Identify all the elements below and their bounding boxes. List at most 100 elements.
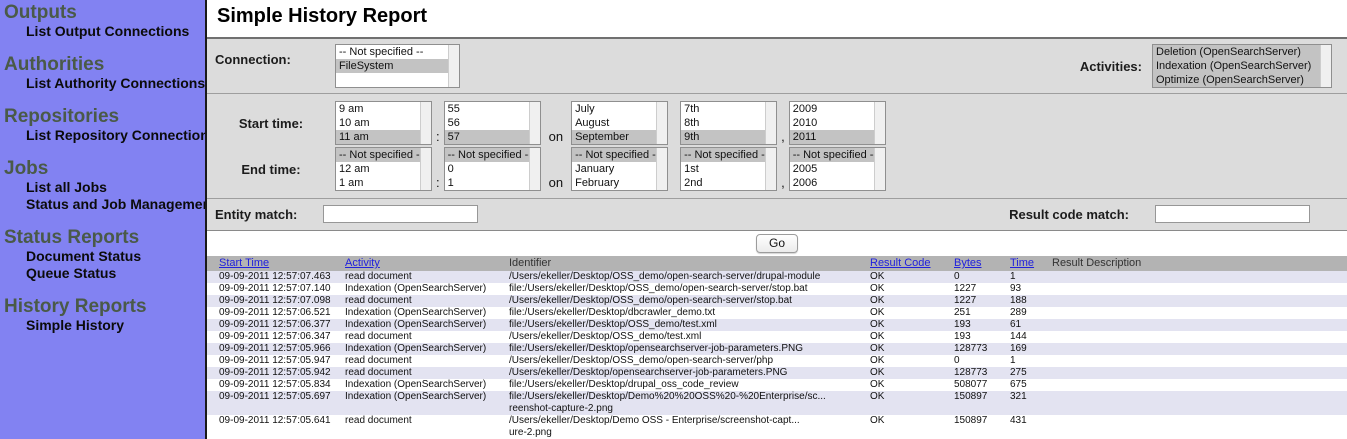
start-year-listbox[interactable]: 200920102011 <box>789 101 886 145</box>
listbox-option[interactable]: January <box>572 162 656 176</box>
listbox-scrollbar[interactable] <box>656 102 667 144</box>
cell: 93 <box>998 283 1040 295</box>
listbox-option[interactable]: August <box>572 116 656 130</box>
column-header: Time <box>998 256 1040 271</box>
listbox-option[interactable]: 9th <box>681 130 765 144</box>
end-month-listbox[interactable]: -- Not specified --JanuaryFebruary <box>571 147 668 191</box>
sidebar-item[interactable]: Queue Status <box>26 265 205 281</box>
listbox-option[interactable]: 2005 <box>790 162 874 176</box>
listbox-scrollbar[interactable] <box>1320 45 1331 87</box>
listbox-option[interactable]: -- Not specified -- <box>445 148 529 162</box>
listbox-option[interactable]: Optimize (OpenSearchServer) <box>1153 73 1320 87</box>
listbox-option[interactable]: 9 am <box>336 102 420 116</box>
sidebar-section-title: Jobs <box>4 158 205 179</box>
cell: 1 <box>998 271 1040 283</box>
sidebar-item[interactable]: Status and Job Management <box>26 196 205 212</box>
listbox-option[interactable]: 55 <box>445 102 529 116</box>
listbox-option[interactable]: FileSystem <box>336 59 448 73</box>
start-month-options: JulyAugustSeptember <box>572 102 656 144</box>
listbox-scrollbar[interactable] <box>874 102 885 144</box>
listbox-option[interactable]: Deletion (OpenSearchServer) <box>1153 45 1320 59</box>
cell: file:/Users/ekeller/Desktop/drupal_oss_c… <box>497 379 858 391</box>
end-day-listbox[interactable]: -- Not specified --1st2nd <box>680 147 777 191</box>
sidebar-item[interactable]: List all Jobs <box>26 179 205 195</box>
column-header-link[interactable]: Start Time <box>219 257 269 269</box>
listbox-option[interactable]: July <box>572 102 656 116</box>
activities-label: Activities: <box>1080 59 1142 74</box>
listbox-scrollbar[interactable] <box>874 148 885 190</box>
sidebar-item[interactable]: Document Status <box>26 248 205 264</box>
column-header-link[interactable]: Bytes <box>954 257 982 269</box>
activities-listbox[interactable]: Deletion (OpenSearchServer)Indexation (O… <box>1152 44 1332 88</box>
listbox-option[interactable]: February <box>572 176 656 190</box>
listbox-option[interactable]: Indexation (OpenSearchServer) <box>1153 59 1320 73</box>
listbox-option[interactable]: 2nd <box>681 176 765 190</box>
end-year-listbox[interactable]: -- Not specified --20052006 <box>789 147 886 191</box>
listbox-option[interactable]: -- Not specified -- <box>681 148 765 162</box>
cell: OK <box>858 391 942 415</box>
listbox-option[interactable]: -- Not specified -- <box>572 148 656 162</box>
listbox-option[interactable]: 0 <box>445 162 529 176</box>
cell: 321 <box>998 391 1040 415</box>
listbox-option[interactable]: -- Not specified -- <box>336 148 420 162</box>
go-button[interactable]: Go <box>756 234 798 253</box>
start-month-listbox[interactable]: JulyAugustSeptember <box>571 101 668 145</box>
listbox-scrollbar[interactable] <box>765 102 776 144</box>
sidebar-section-title: Repositories <box>4 106 205 127</box>
sidebar-item[interactable]: Simple History <box>26 317 205 333</box>
start-hour-listbox[interactable]: 9 am10 am11 am <box>335 101 432 145</box>
connection-row: Connection: -- Not specified --FileSyste… <box>207 39 1347 94</box>
listbox-option[interactable]: 8th <box>681 116 765 130</box>
end-hour-listbox[interactable]: -- Not specified --12 am1 am <box>335 147 432 191</box>
cell: OK <box>858 283 942 295</box>
cell: Indexation (OpenSearchServer) <box>333 319 497 331</box>
listbox-option[interactable]: 2009 <box>790 102 874 116</box>
listbox-scrollbar[interactable] <box>765 148 776 190</box>
listbox-scrollbar[interactable] <box>529 102 540 144</box>
listbox-option[interactable]: September <box>572 130 656 144</box>
listbox-option[interactable]: 7th <box>681 102 765 116</box>
listbox-option[interactable]: 12 am <box>336 162 420 176</box>
listbox-option[interactable]: -- Not specified -- <box>790 148 874 162</box>
listbox-option[interactable]: 2011 <box>790 130 874 144</box>
start-day-listbox[interactable]: 7th8th9th <box>680 101 777 145</box>
page-title: Simple History Report <box>217 5 427 27</box>
sidebar-item[interactable]: List Authority Connections <box>26 75 205 91</box>
listbox-option[interactable]: 2006 <box>790 176 874 190</box>
end-minute-listbox[interactable]: -- Not specified --01 <box>444 147 541 191</box>
table-row: 09-09-2011 12:57:07.463read document/Use… <box>207 271 1347 283</box>
listbox-option[interactable]: 1 <box>445 176 529 190</box>
listbox-scrollbar[interactable] <box>420 102 431 144</box>
column-header-link[interactable]: Activity <box>345 257 380 269</box>
column-header-link[interactable]: Result Code <box>870 257 931 269</box>
cell: 188 <box>998 295 1040 307</box>
listbox-option[interactable]: 1st <box>681 162 765 176</box>
table-header-row: Start TimeActivityIdentifierResult CodeB… <box>207 256 1347 271</box>
listbox-scrollbar[interactable] <box>529 148 540 190</box>
end-year-options: -- Not specified --20052006 <box>790 148 874 190</box>
listbox-option[interactable]: 56 <box>445 116 529 130</box>
cell: read document <box>333 355 497 367</box>
listbox-scrollbar[interactable] <box>656 148 667 190</box>
cell: 09-09-2011 12:57:05.947 <box>207 355 333 367</box>
listbox-option[interactable]: 1 am <box>336 176 420 190</box>
listbox-scrollbar[interactable] <box>448 45 459 87</box>
listbox-option[interactable]: 57 <box>445 130 529 144</box>
connection-listbox[interactable]: -- Not specified --FileSystem <box>335 44 460 88</box>
cell: 275 <box>998 367 1040 379</box>
listbox-scrollbar[interactable] <box>420 148 431 190</box>
column-header-link[interactable]: Time <box>1010 257 1034 269</box>
cell: 431 <box>998 415 1040 439</box>
sidebar-item[interactable]: List Repository Connections <box>26 127 205 143</box>
connection-label: Connection: <box>215 44 335 67</box>
listbox-option[interactable]: 10 am <box>336 116 420 130</box>
result-code-match-input[interactable] <box>1155 205 1310 223</box>
entity-match-input[interactable] <box>323 205 478 223</box>
listbox-option[interactable]: -- Not specified -- <box>336 45 448 59</box>
start-minute-listbox[interactable]: 555657 <box>444 101 541 145</box>
start-time-row: Start time: 9 am10 am11 am : 555657 on J… <box>207 101 1347 145</box>
listbox-option[interactable]: 2010 <box>790 116 874 130</box>
listbox-option[interactable]: 11 am <box>336 130 420 144</box>
sidebar-item[interactable]: List Output Connections <box>26 23 205 39</box>
cell: file:/Users/ekeller/Desktop/OSS_demo/tes… <box>497 319 858 331</box>
